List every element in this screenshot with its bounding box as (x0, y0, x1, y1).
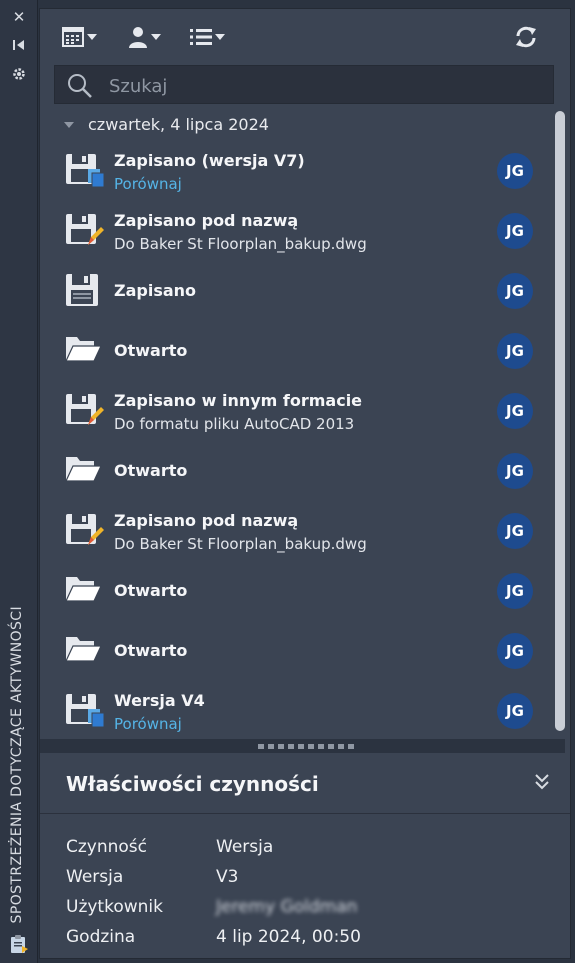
close-icon[interactable]: ✕ (10, 8, 28, 26)
activity-title: Wersja V4 (114, 691, 205, 710)
user-avatar: JG (497, 333, 533, 369)
collapse-chevron-icon[interactable] (534, 773, 552, 793)
activity-title: Otwarto (114, 641, 188, 660)
open-folder-icon (64, 631, 104, 671)
open-folder-icon (64, 571, 104, 611)
search-icon (68, 74, 92, 98)
properties-header: Właściwości czynności (40, 753, 570, 814)
list-filter-button[interactable] (190, 25, 225, 49)
list-filter-icon (190, 29, 212, 45)
user-avatar: JG (497, 393, 533, 429)
date-group-header[interactable]: czwartek, 4 lipca 2024 (64, 115, 269, 134)
activity-row[interactable]: Otwarto JG (40, 619, 555, 679)
scrollbar[interactable] (555, 111, 565, 731)
collapse-group-icon (64, 121, 74, 128)
toolbar (40, 9, 570, 63)
activity-title: Zapisano w innym formacie (114, 391, 363, 410)
save-as-icon (64, 511, 104, 551)
search-input[interactable] (107, 73, 531, 99)
activity-title: Zapisano (wersja V7) (114, 151, 305, 170)
save-version-icon (64, 151, 105, 191)
user-avatar: JG (497, 273, 533, 309)
user-avatar: JG (497, 573, 533, 609)
properties-title: Właściwości czynności (66, 772, 319, 796)
user-avatar: JG (497, 693, 533, 729)
save-version-icon (64, 691, 105, 731)
property-value: V3 (216, 867, 239, 887)
palette-side-strip: ✕ SPOSTRZEŻENIA DOTYCZĄCE AKTYWNOŚCI (0, 0, 38, 963)
user-avatar: JG (497, 213, 533, 249)
activity-insights-panel: czwartek, 4 lipca 2024 Zapisano (wersja … (39, 8, 571, 959)
activity-row[interactable]: Otwarto JG (40, 439, 555, 499)
refresh-button[interactable] (514, 25, 538, 49)
palette-title: SPOSTRZEŻENIA DOTYCZĄCE AKTYWNOŚCI (9, 605, 25, 923)
user-filter-button[interactable] (128, 25, 161, 49)
settings-icon[interactable] (10, 66, 28, 84)
property-value: 4 lip 2024, 00:50 (216, 927, 361, 947)
activity-detail: Do Baker St Floorplan_bakup.dwg (114, 235, 367, 253)
collapse-panel-icon[interactable] (10, 38, 28, 56)
activity-row[interactable]: Otwarto JG (40, 559, 555, 619)
save-as-icon (64, 391, 104, 431)
property-key: Czynność (66, 837, 148, 857)
activity-list: czwartek, 4 lipca 2024 Zapisano (wersja … (40, 109, 570, 739)
user-filter-icon (129, 27, 147, 48)
property-value: Wersja (216, 837, 274, 857)
open-folder-icon (64, 331, 104, 371)
clipboard-icon[interactable] (9, 933, 29, 955)
activity-row[interactable]: Zapisano (wersja V7) Porównaj JG (40, 139, 555, 199)
activity-title: Zapisano pod nazwą (114, 511, 299, 530)
user-avatar: JG (497, 633, 533, 669)
scrollbar-thumb[interactable] (555, 111, 565, 731)
property-key: Wersja (66, 867, 124, 887)
activity-row[interactable]: Otwarto JG (40, 319, 555, 379)
date-group-label: czwartek, 4 lipca 2024 (88, 115, 269, 134)
activity-row[interactable]: Zapisano pod nazwą Do Baker St Floorplan_… (40, 199, 555, 259)
user-avatar: JG (497, 453, 533, 489)
user-avatar: JG (497, 513, 533, 549)
activity-detail: Do Baker St Floorplan_bakup.dwg (114, 535, 367, 553)
activity-row[interactable]: Wersja V4 Porównaj JG (40, 679, 555, 739)
activity-row[interactable]: Zapisano JG (40, 259, 555, 319)
save-as-icon (64, 211, 104, 251)
property-key: Użytkownik (66, 897, 163, 917)
calendar-filter-button[interactable] (62, 25, 97, 49)
panel-splitter[interactable] (40, 739, 565, 753)
compare-link[interactable]: Porównaj (114, 175, 182, 193)
activity-title: Zapisano (114, 281, 197, 300)
activity-detail: Do formatu pliku AutoCAD 2013 (114, 415, 355, 433)
calendar-filter-icon (62, 27, 84, 47)
activity-title: Otwarto (114, 581, 188, 600)
user-avatar: JG (497, 153, 533, 189)
open-folder-icon (64, 451, 104, 491)
activity-row[interactable]: Zapisano pod nazwą Do Baker St Floorplan_… (40, 499, 555, 559)
activity-title: Zapisano pod nazwą (114, 211, 299, 230)
refresh-icon (516, 26, 536, 48)
property-key: Godzina (66, 927, 136, 947)
activity-title: Otwarto (114, 341, 188, 360)
compare-link[interactable]: Porównaj (114, 715, 182, 733)
save-icon (64, 271, 104, 311)
property-value-user: Jeremy Goldman (216, 897, 358, 917)
activity-row[interactable]: Zapisano w innym formacie Do formatu plik… (40, 379, 555, 439)
activity-title: Otwarto (114, 461, 188, 480)
search-box (54, 65, 554, 104)
activity-properties: Właściwości czynności Czynność Wersja We… (40, 753, 570, 958)
drag-handle-icon (258, 744, 354, 749)
